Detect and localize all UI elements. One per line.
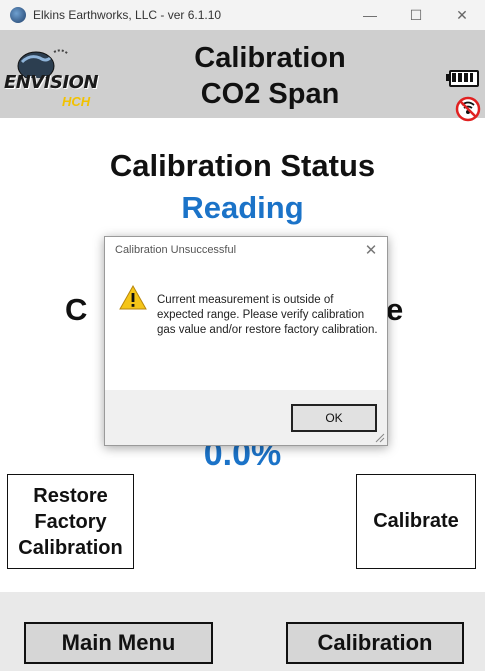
main-menu-button[interactable]: Main Menu <box>24 622 213 664</box>
minimize-button[interactable]: — <box>347 0 393 30</box>
maximize-button[interactable]: ☐ <box>393 0 439 30</box>
dialog-message: Current measurement is outside of expect… <box>157 294 378 336</box>
ok-button[interactable]: OK <box>291 404 377 432</box>
header-bar: ENVISION HCH Calibration CO2 Span <box>0 30 485 122</box>
dialog-title: Calibration Unsuccessful <box>115 244 237 256</box>
window-title: Elkins Earthworks, LLC - ver 6.1.10 <box>33 8 222 22</box>
battery-full-icon <box>446 70 479 87</box>
no-signal-icon <box>455 96 481 122</box>
dialog-titlebar: Calibration Unsuccessful ✕ <box>105 237 387 265</box>
calibration-status-heading: Calibration Status <box>109 148 376 183</box>
dialog-body: Current measurement is outside of expect… <box>105 265 387 390</box>
logo-wordmark: ENVISION <box>4 72 99 93</box>
restore-label-line2: Factory <box>34 510 107 533</box>
envision-logo: ENVISION HCH <box>4 44 122 112</box>
dialog-close-button[interactable]: ✕ <box>361 240 381 260</box>
resize-grip-icon[interactable] <box>373 431 385 443</box>
occluded-label-right: e <box>386 292 404 327</box>
restore-label-line3: Calibration <box>18 536 123 559</box>
calibration-status-value: Reading <box>181 190 304 225</box>
restore-label-line1: Restore <box>33 484 108 507</box>
page-subtitle: CO2 Span <box>200 78 340 110</box>
calibrate-button[interactable]: Calibrate <box>356 474 476 569</box>
page-title: Calibration <box>194 42 346 74</box>
dialog-footer: OK <box>105 390 387 445</box>
logo-subtext: HCH <box>62 94 91 109</box>
footer-bar: Main Menu Calibration <box>0 592 485 671</box>
occluded-label-left: C <box>65 292 88 327</box>
app-icon <box>10 7 26 23</box>
calibration-error-dialog: Calibration Unsuccessful ✕ Current measu… <box>104 236 388 446</box>
close-window-button[interactable]: ✕ <box>439 0 485 30</box>
warning-icon <box>119 285 147 310</box>
calibration-menu-button[interactable]: Calibration <box>286 622 464 664</box>
window-titlebar: Elkins Earthworks, LLC - ver 6.1.10 — ☐ … <box>0 0 485 30</box>
restore-factory-calibration-button[interactable]: Restore Factory Calibration <box>7 474 134 569</box>
